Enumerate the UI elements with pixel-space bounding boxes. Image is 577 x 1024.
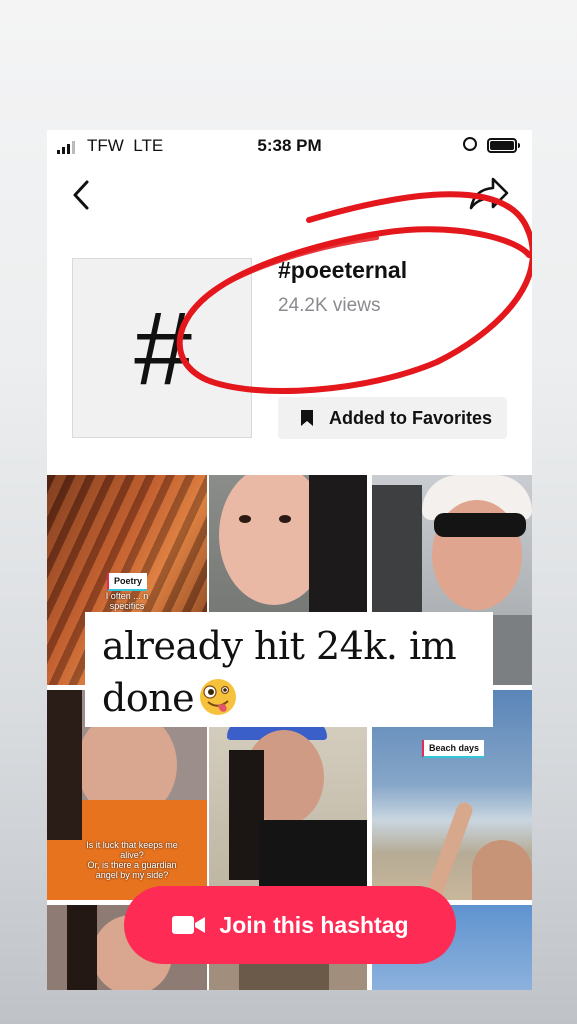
join-hashtag-button[interactable]: Join this hashtag <box>124 886 456 964</box>
phone-screen: TFW LTE 5:38 PM # #poeeternal 24.2K view… <box>47 130 532 990</box>
zany-face-emoji <box>200 679 237 715</box>
story-text-overlay: already hit 24k. im done <box>85 612 493 727</box>
join-hashtag-label: Join this hashtag <box>219 911 409 938</box>
story-caption: already hit 24k. im done <box>102 624 457 720</box>
red-annotation-scribble <box>176 191 532 395</box>
video-camera-icon <box>172 916 206 934</box>
